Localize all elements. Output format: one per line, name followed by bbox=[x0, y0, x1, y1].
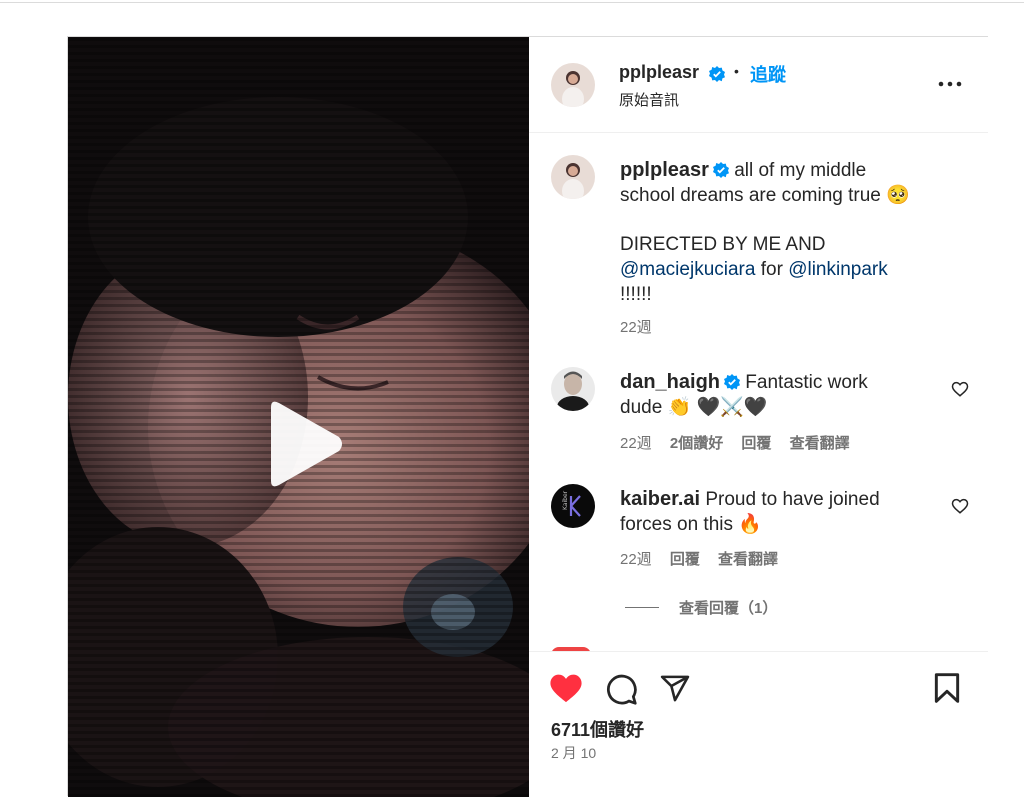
comment-1-meta: 22週 2個讚好 回覆 查看翻譯 bbox=[620, 432, 850, 453]
view-replies-line bbox=[625, 607, 659, 608]
caption-author-avatar[interactable] bbox=[551, 155, 595, 199]
post-actions: 6711個讚好 2 月 10 bbox=[529, 651, 988, 797]
mention-maciejkuciara[interactable]: @maciejkuciara bbox=[620, 259, 755, 280]
post-dialog: pplpleasr • 追蹤 原始音訊 pplpleasr all of my … bbox=[67, 36, 988, 797]
comment-1-likes[interactable]: 2個讚好 bbox=[670, 435, 723, 452]
follow-button[interactable]: 追蹤 bbox=[750, 61, 786, 87]
top-divider bbox=[0, 2, 1024, 3]
comment-1-text-1: Fantastic work bbox=[745, 372, 868, 393]
comment-1-reply-button[interactable]: 回覆 bbox=[741, 435, 771, 452]
author-avatar[interactable] bbox=[551, 63, 595, 107]
caption-text-3: DIRECTED BY ME AND bbox=[620, 234, 826, 255]
comment-2-meta: 22週 回覆 查看翻譯 bbox=[620, 548, 778, 569]
comment-avatar-dan-haigh[interactable] bbox=[551, 367, 595, 411]
likes-count[interactable]: 6711個讚好 bbox=[551, 716, 644, 742]
caption-text-4: @maciejkuciara for @linkinpark bbox=[620, 257, 888, 282]
bookmark-icon[interactable] bbox=[933, 672, 961, 704]
view-replies-label: 查看回覆（1） bbox=[679, 600, 778, 617]
comment-2-reply-button[interactable]: 回覆 bbox=[670, 551, 700, 568]
comment-2-text-1: Proud to have joined bbox=[705, 489, 880, 510]
comment-2-line-1: kaiber.ai Proud to have joined bbox=[620, 487, 880, 512]
heart-icon[interactable] bbox=[549, 672, 583, 704]
caption-timestamp[interactable]: 22週 bbox=[620, 316, 652, 337]
comment-1-username[interactable]: dan_haigh bbox=[620, 371, 720, 393]
caption-text-5: !!!!!! bbox=[620, 284, 652, 305]
post-header: pplpleasr • 追蹤 原始音訊 bbox=[529, 37, 988, 133]
verified-icon bbox=[709, 66, 725, 82]
comment-2-username[interactable]: kaiber.ai bbox=[620, 488, 700, 510]
comment-1-text-2: dude 👏 🖤⚔️🖤 bbox=[620, 397, 768, 418]
verified-icon bbox=[724, 374, 741, 390]
post-video[interactable] bbox=[68, 37, 529, 797]
comment-2-translate-button[interactable]: 查看翻譯 bbox=[718, 551, 778, 568]
caption-username[interactable]: pplpleasr bbox=[620, 159, 709, 181]
post-date[interactable]: 2 月 10 bbox=[551, 743, 596, 763]
share-icon[interactable] bbox=[659, 673, 691, 704]
more-icon[interactable] bbox=[937, 73, 963, 95]
post-sidebar: pplpleasr • 追蹤 原始音訊 pplpleasr all of my … bbox=[529, 37, 988, 797]
mention-linkinpark[interactable]: @linkinpark bbox=[788, 259, 888, 280]
separator-dot: • bbox=[734, 63, 739, 79]
comment-1-like-icon[interactable] bbox=[951, 380, 969, 398]
view-replies-button[interactable]: 查看回覆（1） bbox=[625, 597, 777, 618]
caption-line-1: pplpleasr all of my middle bbox=[620, 158, 866, 183]
comment-avatar-kaiber[interactable]: Kaiber bbox=[551, 484, 595, 528]
caption-text-2: school dreams are coming true 🥺 bbox=[620, 185, 910, 206]
original-audio-link[interactable]: 原始音訊 bbox=[619, 89, 679, 110]
verified-icon bbox=[712, 162, 729, 178]
caption-text-1: all of my middle bbox=[734, 160, 867, 181]
comment-1-time[interactable]: 22週 bbox=[620, 435, 652, 452]
caption-for: for bbox=[755, 259, 789, 280]
author-username[interactable]: pplpleasr bbox=[619, 62, 699, 83]
comment-1-line-1: dan_haigh Fantastic work bbox=[620, 370, 868, 395]
comment-1-translate-button[interactable]: 查看翻譯 bbox=[790, 435, 850, 452]
svg-text:Kaiber: Kaiber bbox=[562, 490, 569, 510]
comment-2-text-2: forces on this 🔥 bbox=[620, 514, 762, 535]
comment-2-like-icon[interactable] bbox=[951, 497, 969, 515]
comment-icon[interactable] bbox=[605, 673, 638, 706]
play-icon[interactable] bbox=[261, 399, 345, 489]
comment-2-time[interactable]: 22週 bbox=[620, 551, 652, 568]
